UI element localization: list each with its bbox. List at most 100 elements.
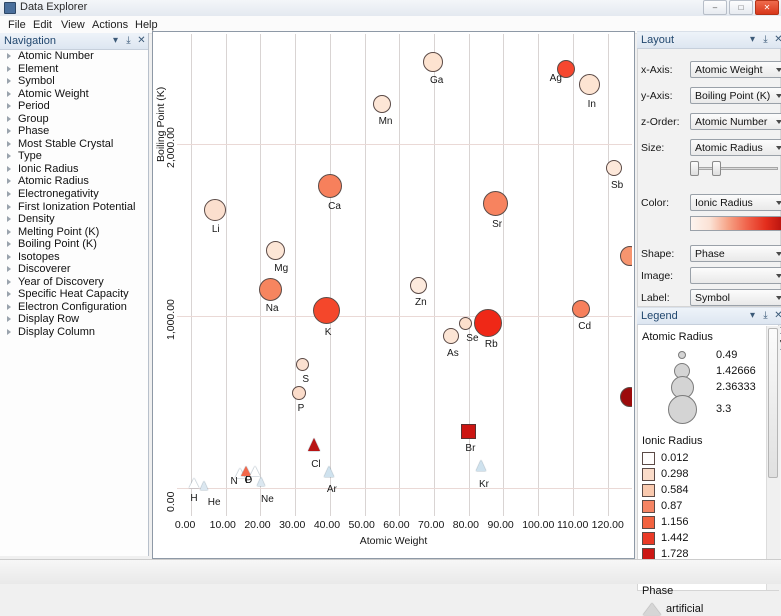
point-marker-circle[interactable] xyxy=(483,191,508,216)
menu-item-actions[interactable]: Actions xyxy=(87,18,133,32)
menu-item-view[interactable]: View xyxy=(56,18,90,32)
point-marker-circle[interactable] xyxy=(292,386,306,400)
point-marker-circle[interactable] xyxy=(474,309,502,337)
maximize-button[interactable]: □ xyxy=(729,0,753,15)
point-marker-circle[interactable] xyxy=(204,199,226,221)
point-marker-triangle[interactable] xyxy=(200,481,208,490)
chevron-right-icon[interactable] xyxy=(7,153,11,159)
point-marker-circle[interactable] xyxy=(373,95,391,113)
sidebar-item-type[interactable]: Type xyxy=(0,150,148,163)
point-marker-circle[interactable] xyxy=(459,317,472,330)
window-controls[interactable]: – □ ✕ xyxy=(703,0,779,15)
legend-panel-pin-icon[interactable]: ⤓ xyxy=(760,310,771,321)
size-range-slider[interactable] xyxy=(690,161,778,176)
panel-menu-icon[interactable]: ▾ xyxy=(110,35,121,46)
point-marker-triangle[interactable] xyxy=(308,438,320,451)
chevron-right-icon[interactable] xyxy=(7,103,11,109)
sidebar-item-group[interactable]: Group xyxy=(0,113,148,126)
minimize-button[interactable]: – xyxy=(703,0,727,15)
point-marker-circle[interactable] xyxy=(266,241,285,260)
sidebar-item-isotopes[interactable]: Isotopes xyxy=(0,251,148,264)
layout-panel-close-icon[interactable]: ✕ xyxy=(773,34,781,45)
chevron-right-icon[interactable] xyxy=(7,128,11,134)
menu-item-file[interactable]: File xyxy=(3,18,31,32)
chevron-down-icon[interactable] xyxy=(776,252,781,256)
point-marker-circle[interactable] xyxy=(318,174,342,198)
chevron-right-icon[interactable] xyxy=(7,266,11,272)
chevron-right-icon[interactable] xyxy=(7,316,11,322)
layout-shape-select[interactable]: Phase xyxy=(690,245,781,262)
sidebar-item-year-of-discovery[interactable]: Year of Discovery xyxy=(0,276,148,289)
chevron-right-icon[interactable] xyxy=(7,204,11,210)
chevron-down-icon[interactable] xyxy=(776,94,781,98)
chevron-right-icon[interactable] xyxy=(7,178,11,184)
chevron-right-icon[interactable] xyxy=(7,53,11,59)
sidebar-item-electronegativity[interactable]: Electronegativity xyxy=(0,188,148,201)
chevron-right-icon[interactable] xyxy=(7,329,11,335)
close-button[interactable]: ✕ xyxy=(755,0,779,15)
chevron-down-icon[interactable] xyxy=(776,120,781,124)
layout-yaxis-select[interactable]: Boiling Point (K) xyxy=(690,87,781,104)
sidebar-item-atomic-radius[interactable]: Atomic Radius xyxy=(0,175,148,188)
chevron-right-icon[interactable] xyxy=(7,191,11,197)
layout-panel-pin-icon[interactable]: ⤓ xyxy=(760,34,771,45)
chevron-right-icon[interactable] xyxy=(7,166,11,172)
point-marker-circle[interactable] xyxy=(423,52,443,72)
point-marker-circle[interactable] xyxy=(410,277,427,294)
sidebar-item-first-ionization-potential[interactable]: First Ionization Potential xyxy=(0,201,148,214)
point-marker-circle[interactable] xyxy=(313,297,340,324)
point-marker-triangle[interactable] xyxy=(257,477,265,486)
sidebar-item-symbol[interactable]: Symbol xyxy=(0,75,148,88)
sidebar-item-discoverer[interactable]: Discoverer xyxy=(0,263,148,276)
point-marker-circle[interactable] xyxy=(606,160,622,176)
legend-scrollbar[interactable] xyxy=(766,326,780,590)
sidebar-item-melting-point-k[interactable]: Melting Point (K) xyxy=(0,226,148,239)
sidebar-item-phase[interactable]: Phase xyxy=(0,125,148,138)
chevron-down-icon[interactable] xyxy=(776,68,781,72)
sidebar-item-display-column[interactable]: Display Column xyxy=(0,326,148,339)
point-marker-circle[interactable] xyxy=(443,328,459,344)
chevron-down-icon[interactable] xyxy=(776,201,781,205)
chevron-right-icon[interactable] xyxy=(7,229,11,235)
layout-xaxis-select[interactable]: Atomic Weight xyxy=(690,61,781,78)
legend-panel-menu-icon[interactable]: ▾ xyxy=(747,310,758,321)
point-marker-triangle[interactable] xyxy=(189,478,199,488)
legend-panel-close-icon[interactable]: ✕ xyxy=(773,310,781,321)
layout-panel-menu-icon[interactable]: ▾ xyxy=(747,34,758,45)
chevron-right-icon[interactable] xyxy=(7,91,11,97)
point-marker-square[interactable] xyxy=(461,424,476,439)
point-marker-circle[interactable] xyxy=(296,358,309,371)
chevron-right-icon[interactable] xyxy=(7,304,11,310)
chevron-right-icon[interactable] xyxy=(7,141,11,147)
layout-image-select[interactable] xyxy=(690,267,781,284)
point-marker-circle[interactable] xyxy=(259,278,282,301)
layout-label-select[interactable]: Symbol xyxy=(690,289,781,306)
chevron-right-icon[interactable] xyxy=(7,291,11,297)
sidebar-item-ionic-radius[interactable]: Ionic Radius xyxy=(0,163,148,176)
close-icon[interactable]: ✕ xyxy=(136,35,147,46)
point-marker-circle[interactable] xyxy=(620,387,632,407)
scatter-chart-panel[interactable]: HHeNOPNeClArKrBrLiNaMgKCaSPMnGaZnAsSeRbS… xyxy=(152,31,635,559)
layout-color-select[interactable]: Ionic Radius xyxy=(690,194,781,211)
sidebar-item-atomic-weight[interactable]: Atomic Weight xyxy=(0,88,148,101)
slider-knob-max[interactable] xyxy=(712,161,721,176)
chevron-right-icon[interactable] xyxy=(7,241,11,247)
menu-item-edit[interactable]: Edit xyxy=(28,18,57,32)
sidebar-item-density[interactable]: Density xyxy=(0,213,148,226)
sidebar-item-most-stable-crystal[interactable]: Most Stable Crystal xyxy=(0,138,148,151)
pin-icon[interactable]: ⤓ xyxy=(123,35,134,46)
slider-knob-min[interactable] xyxy=(690,161,699,176)
chevron-down-icon[interactable] xyxy=(776,296,781,300)
chevron-down-icon[interactable] xyxy=(776,274,781,278)
legend-scrollbar-thumb[interactable] xyxy=(768,328,778,478)
point-marker-circle[interactable] xyxy=(620,246,632,266)
sidebar-item-electron-configuration[interactable]: Electron Configuration xyxy=(0,301,148,314)
chevron-right-icon[interactable] xyxy=(7,254,11,260)
chevron-right-icon[interactable] xyxy=(7,66,11,72)
sidebar-item-boiling-point-k[interactable]: Boiling Point (K) xyxy=(0,238,148,251)
color-gradient-bar[interactable] xyxy=(690,216,781,231)
sidebar-item-display-row[interactable]: Display Row xyxy=(0,313,148,326)
layout-zorder-select[interactable]: Atomic Number xyxy=(690,113,781,130)
sidebar-item-element[interactable]: Element xyxy=(0,63,148,76)
slider-track[interactable] xyxy=(690,167,778,170)
